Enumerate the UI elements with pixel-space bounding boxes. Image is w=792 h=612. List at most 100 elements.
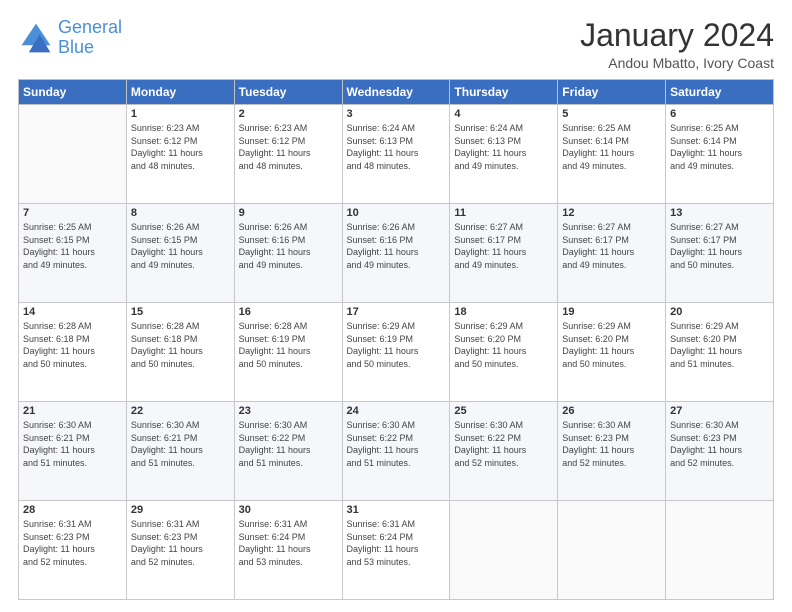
day-info: Sunrise: 6:26 AM Sunset: 6:16 PM Dayligh… <box>347 221 446 271</box>
day-info: Sunrise: 6:23 AM Sunset: 6:12 PM Dayligh… <box>131 122 230 172</box>
calendar-cell: 15 Sunrise: 6:28 AM Sunset: 6:18 PM Dayli… <box>126 303 234 402</box>
day-of-week-thursday: Thursday <box>450 80 558 105</box>
calendar-cell: 5 Sunrise: 6:25 AM Sunset: 6:14 PM Daylig… <box>558 105 666 204</box>
day-of-week-sunday: Sunday <box>19 80 127 105</box>
calendar-cell: 27 Sunrise: 6:30 AM Sunset: 6:23 PM Dayli… <box>666 402 774 501</box>
day-info: Sunrise: 6:25 AM Sunset: 6:14 PM Dayligh… <box>562 122 661 172</box>
day-number: 25 <box>454 405 553 417</box>
day-info: Sunrise: 6:28 AM Sunset: 6:18 PM Dayligh… <box>23 320 122 370</box>
day-number: 4 <box>454 108 553 120</box>
day-of-week-friday: Friday <box>558 80 666 105</box>
page: General Blue January 2024 Andou Mbatto, … <box>0 0 792 612</box>
day-info: Sunrise: 6:30 AM Sunset: 6:22 PM Dayligh… <box>347 419 446 469</box>
day-number: 18 <box>454 306 553 318</box>
calendar-cell: 13 Sunrise: 6:27 AM Sunset: 6:17 PM Dayli… <box>666 204 774 303</box>
calendar-cell: 25 Sunrise: 6:30 AM Sunset: 6:22 PM Dayli… <box>450 402 558 501</box>
day-number: 5 <box>562 108 661 120</box>
day-number: 1 <box>131 108 230 120</box>
day-info: Sunrise: 6:26 AM Sunset: 6:15 PM Dayligh… <box>131 221 230 271</box>
main-title: January 2024 <box>580 18 774 53</box>
day-number: 3 <box>347 108 446 120</box>
day-number: 17 <box>347 306 446 318</box>
calendar-cell: 31Sunrise: 6:31 AM Sunset: 6:24 PM Dayli… <box>342 501 450 600</box>
day-info: Sunrise: 6:29 AM Sunset: 6:20 PM Dayligh… <box>670 320 769 370</box>
calendar-week-2: 14 Sunrise: 6:28 AM Sunset: 6:18 PM Dayli… <box>19 303 774 402</box>
calendar-cell: 7Sunrise: 6:25 AM Sunset: 6:15 PM Daylig… <box>19 204 127 303</box>
title-block: January 2024 Andou Mbatto, Ivory Coast <box>580 18 774 71</box>
day-of-week-monday: Monday <box>126 80 234 105</box>
calendar-cell: 29Sunrise: 6:31 AM Sunset: 6:23 PM Dayli… <box>126 501 234 600</box>
calendar-cell: 9Sunrise: 6:26 AM Sunset: 6:16 PM Daylig… <box>234 204 342 303</box>
day-number: 21 <box>23 405 122 417</box>
calendar-cell <box>450 501 558 600</box>
logo-blue: Blue <box>58 37 94 57</box>
day-number: 11 <box>454 207 553 219</box>
calendar-cell: 6Sunrise: 6:25 AM Sunset: 6:14 PM Daylig… <box>666 105 774 204</box>
calendar-cell: 28 Sunrise: 6:31 AM Sunset: 6:23 PM Dayli… <box>19 501 127 600</box>
calendar-cell: 3 Sunrise: 6:24 AM Sunset: 6:13 PM Daylig… <box>342 105 450 204</box>
day-number: 7 <box>23 207 122 219</box>
day-info: Sunrise: 6:24 AM Sunset: 6:13 PM Dayligh… <box>347 122 446 172</box>
calendar-cell <box>666 501 774 600</box>
logo-icon <box>18 20 54 56</box>
calendar-cell: 20 Sunrise: 6:29 AM Sunset: 6:20 PM Dayli… <box>666 303 774 402</box>
day-number: 28 <box>23 504 122 516</box>
day-number: 14 <box>23 306 122 318</box>
calendar-cell: 8Sunrise: 6:26 AM Sunset: 6:15 PM Daylig… <box>126 204 234 303</box>
calendar-header-row: SundayMondayTuesdayWednesdayThursdayFrid… <box>19 80 774 105</box>
calendar-cell: 22Sunrise: 6:30 AM Sunset: 6:21 PM Dayli… <box>126 402 234 501</box>
calendar-cell: 26Sunrise: 6:30 AM Sunset: 6:23 PM Dayli… <box>558 402 666 501</box>
day-number: 13 <box>670 207 769 219</box>
calendar-cell: 11 Sunrise: 6:27 AM Sunset: 6:17 PM Dayli… <box>450 204 558 303</box>
calendar-cell: 1 Sunrise: 6:23 AM Sunset: 6:12 PM Daylig… <box>126 105 234 204</box>
day-of-week-saturday: Saturday <box>666 80 774 105</box>
calendar-cell: 18Sunrise: 6:29 AM Sunset: 6:20 PM Dayli… <box>450 303 558 402</box>
day-number: 23 <box>239 405 338 417</box>
day-info: Sunrise: 6:30 AM Sunset: 6:22 PM Dayligh… <box>239 419 338 469</box>
calendar-cell <box>19 105 127 204</box>
day-of-week-wednesday: Wednesday <box>342 80 450 105</box>
day-info: Sunrise: 6:28 AM Sunset: 6:19 PM Dayligh… <box>239 320 338 370</box>
day-info: Sunrise: 6:27 AM Sunset: 6:17 PM Dayligh… <box>670 221 769 271</box>
subtitle: Andou Mbatto, Ivory Coast <box>580 55 774 71</box>
day-number: 19 <box>562 306 661 318</box>
calendar-table: SundayMondayTuesdayWednesdayThursdayFrid… <box>18 79 774 600</box>
day-number: 30 <box>239 504 338 516</box>
calendar-cell <box>558 501 666 600</box>
day-number: 27 <box>670 405 769 417</box>
calendar-week-4: 28 Sunrise: 6:31 AM Sunset: 6:23 PM Dayli… <box>19 501 774 600</box>
calendar-cell: 23 Sunrise: 6:30 AM Sunset: 6:22 PM Dayli… <box>234 402 342 501</box>
day-of-week-tuesday: Tuesday <box>234 80 342 105</box>
calendar-cell: 2 Sunrise: 6:23 AM Sunset: 6:12 PM Daylig… <box>234 105 342 204</box>
calendar-cell: 4Sunrise: 6:24 AM Sunset: 6:13 PM Daylig… <box>450 105 558 204</box>
day-info: Sunrise: 6:31 AM Sunset: 6:24 PM Dayligh… <box>239 518 338 568</box>
day-info: Sunrise: 6:30 AM Sunset: 6:23 PM Dayligh… <box>670 419 769 469</box>
day-info: Sunrise: 6:28 AM Sunset: 6:18 PM Dayligh… <box>131 320 230 370</box>
day-info: Sunrise: 6:23 AM Sunset: 6:12 PM Dayligh… <box>239 122 338 172</box>
calendar-cell: 10 Sunrise: 6:26 AM Sunset: 6:16 PM Dayli… <box>342 204 450 303</box>
day-info: Sunrise: 6:30 AM Sunset: 6:21 PM Dayligh… <box>131 419 230 469</box>
day-info: Sunrise: 6:31 AM Sunset: 6:24 PM Dayligh… <box>347 518 446 568</box>
day-info: Sunrise: 6:30 AM Sunset: 6:22 PM Dayligh… <box>454 419 553 469</box>
calendar-cell: 24Sunrise: 6:30 AM Sunset: 6:22 PM Dayli… <box>342 402 450 501</box>
calendar-cell: 19 Sunrise: 6:29 AM Sunset: 6:20 PM Dayli… <box>558 303 666 402</box>
day-number: 15 <box>131 306 230 318</box>
calendar-cell: 17 Sunrise: 6:29 AM Sunset: 6:19 PM Dayli… <box>342 303 450 402</box>
day-number: 20 <box>670 306 769 318</box>
calendar-cell: 16Sunrise: 6:28 AM Sunset: 6:19 PM Dayli… <box>234 303 342 402</box>
day-info: Sunrise: 6:25 AM Sunset: 6:14 PM Dayligh… <box>670 122 769 172</box>
day-info: Sunrise: 6:27 AM Sunset: 6:17 PM Dayligh… <box>454 221 553 271</box>
calendar-week-1: 7Sunrise: 6:25 AM Sunset: 6:15 PM Daylig… <box>19 204 774 303</box>
day-number: 10 <box>347 207 446 219</box>
calendar-cell: 12Sunrise: 6:27 AM Sunset: 6:17 PM Dayli… <box>558 204 666 303</box>
day-number: 2 <box>239 108 338 120</box>
day-info: Sunrise: 6:29 AM Sunset: 6:20 PM Dayligh… <box>562 320 661 370</box>
calendar-cell: 30 Sunrise: 6:31 AM Sunset: 6:24 PM Dayli… <box>234 501 342 600</box>
logo-text: General Blue <box>58 18 122 58</box>
logo: General Blue <box>18 18 122 58</box>
calendar-week-0: 1 Sunrise: 6:23 AM Sunset: 6:12 PM Daylig… <box>19 105 774 204</box>
day-info: Sunrise: 6:31 AM Sunset: 6:23 PM Dayligh… <box>23 518 122 568</box>
day-info: Sunrise: 6:29 AM Sunset: 6:19 PM Dayligh… <box>347 320 446 370</box>
day-info: Sunrise: 6:30 AM Sunset: 6:21 PM Dayligh… <box>23 419 122 469</box>
day-number: 9 <box>239 207 338 219</box>
